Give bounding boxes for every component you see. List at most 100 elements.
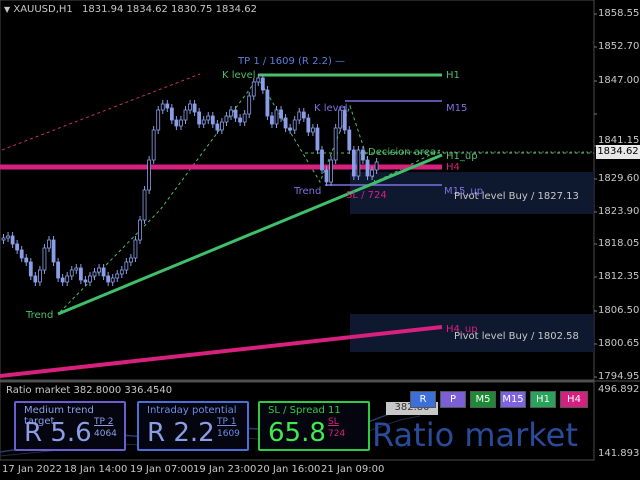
candle-body (333, 127, 338, 161)
candle-body (165, 103, 170, 109)
candle-body (24, 257, 29, 263)
candle-body (251, 81, 256, 97)
candle-body (374, 161, 379, 171)
candle-body (247, 95, 252, 115)
timeframe-button-p[interactable]: P (440, 391, 466, 408)
candle-body (229, 109, 233, 117)
candle-body (138, 219, 142, 241)
candle-body (288, 127, 293, 131)
time-axis-tick: 17 Jan 2022 (2, 464, 62, 475)
decision-area-label: Decision area (368, 147, 437, 158)
candle-body (28, 261, 33, 277)
symbol-label: XAUUSD,H1 (13, 4, 73, 15)
price-axis-tick: 1818.05 (598, 238, 640, 249)
candle-body (33, 275, 38, 283)
timeframe-button-h4[interactable]: H4 (560, 391, 588, 408)
candle-body (260, 77, 265, 91)
time-axis-tick: 21 Jan 09:00 (321, 464, 385, 475)
candle-body (219, 121, 224, 131)
candle-body (160, 103, 165, 111)
candle-body (133, 239, 138, 259)
candle-body (356, 149, 361, 177)
candle-body (201, 119, 206, 125)
candle-body (128, 257, 133, 263)
candle-body (292, 119, 297, 131)
candle-body (265, 89, 270, 117)
candle-body (315, 127, 320, 151)
price-axis-tick: 1794.95 (598, 371, 640, 382)
time-axis-tick: 19 Jan 07:00 (130, 464, 194, 475)
candle-body (119, 269, 124, 275)
candle-body (151, 129, 156, 161)
intraday-panel: Intraday potential R 2.2 TP 1 1609 (137, 401, 249, 451)
sl-spread-value: 65.8 (268, 418, 326, 448)
candle-body (297, 111, 302, 121)
candle-body (142, 189, 147, 221)
timeframe-button-m15[interactable]: M15 (500, 391, 526, 408)
pivot-buy-2-label: Pivot level Buy / 1802.58 (454, 331, 579, 342)
sl-label: SL / 724 (346, 190, 387, 201)
indicator-axis-top: 496.8926 (598, 384, 640, 395)
price-axis-tick: 1800.65 (598, 338, 640, 349)
candle-body (110, 277, 115, 283)
time-axis-tick: 20 Jan 16:00 (257, 464, 321, 475)
candle-body (192, 103, 197, 113)
time-axis-tick: 19 Jan 23:00 (193, 464, 257, 475)
candle-body (183, 109, 188, 121)
price-axis-tick: 1829.60 (598, 173, 640, 184)
candle-body (78, 267, 83, 281)
candle-body (101, 267, 106, 277)
candle-body (233, 109, 238, 119)
candle-body (351, 149, 356, 177)
candle-body (242, 113, 247, 123)
m15-label: M15 (446, 103, 468, 114)
candle-body (365, 159, 370, 177)
candle-body (324, 169, 329, 183)
candle-body (124, 261, 129, 271)
candle-body (256, 77, 261, 83)
candle-body (47, 239, 51, 249)
candle-body (215, 123, 220, 131)
trend-lower-label: Trend (26, 310, 54, 321)
candle-body (320, 149, 324, 171)
candle-body (74, 267, 79, 271)
k-level-h1-label: K level (222, 70, 256, 81)
candle-body (347, 129, 352, 151)
candle-body (306, 117, 311, 133)
candle-body (147, 159, 152, 191)
chart-header: ▼ XAUUSD,H1 1831.94 1834.62 1830.75 1834… (4, 4, 257, 16)
candle-body (15, 243, 20, 251)
medium-trend-panel: Medium trend target R 5.6 TP 2 4064 (14, 401, 126, 451)
sl-spread-panel: SL / Spread 11 65.8 SL 724 (258, 401, 370, 451)
candle-body (19, 249, 24, 259)
candle-body (60, 277, 65, 283)
sl-spread-points: 724 (328, 429, 346, 439)
indicator-title: Ratio market 382.8000 336.4540 (6, 385, 173, 396)
dropdown-triangle-icon[interactable]: ▼ (4, 5, 10, 14)
intraday-value: R 2.2 (147, 418, 215, 448)
candle-body (238, 117, 243, 123)
medium-trend-points: 4064 (94, 429, 117, 439)
k-level-m15-label: K level (314, 103, 348, 114)
sl-spread-sl: SL (328, 417, 339, 427)
candle-body (10, 235, 15, 245)
price-axis-tick: 1823.90 (598, 206, 640, 217)
candle-body (42, 247, 47, 271)
price-axis-tick: 1852.70 (598, 41, 640, 52)
candle-body (156, 109, 161, 131)
candle-body (310, 127, 315, 133)
candle-body (210, 115, 215, 125)
timeframe-button-m5[interactable]: M5 (470, 391, 496, 408)
time-axis-tick: 18 Jan 14:00 (64, 464, 128, 475)
timeframe-button-r[interactable]: R (410, 391, 436, 408)
candle-body (224, 115, 229, 123)
h1-label: H1 (446, 70, 460, 81)
timeframe-button-h1[interactable]: H1 (530, 391, 556, 408)
medium-trend-value: R 5.6 (24, 418, 92, 448)
candle-body (106, 275, 111, 283)
medium-trend-tp: TP 2 (94, 417, 114, 427)
candle-body (88, 275, 92, 283)
candle-body (169, 107, 174, 121)
candle-body (283, 117, 288, 129)
candle-body (56, 261, 60, 279)
